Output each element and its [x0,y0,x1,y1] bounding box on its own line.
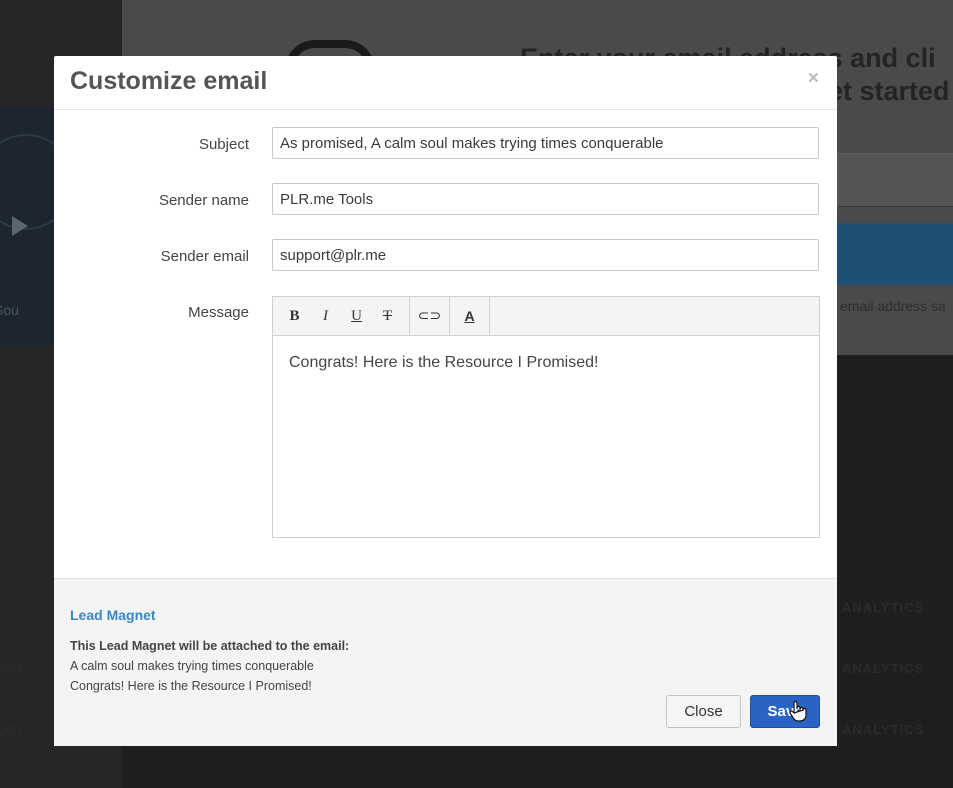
subject-label: Subject [198,136,249,153]
lead-magnet-line: A calm soul makes trying times conquerab… [70,659,314,673]
bold-button[interactable]: B [279,297,310,335]
save-button[interactable]: Save [750,695,820,728]
editor-toolbar: B I U T ⊂⊃ A [273,297,819,336]
video-caption: Sou [0,302,19,318]
close-icon[interactable]: × [808,68,819,90]
toolbar-text-style-group: B I U T [273,297,410,335]
lead-magnet-line: Congrats! Here is the Resource I Promise… [70,679,312,693]
modal-header: Customize email × [54,56,837,110]
message-label: Message [188,304,249,321]
strikethrough-button[interactable]: T [372,297,403,335]
subject-input[interactable] [272,127,819,159]
sender-name-input[interactable] [272,183,819,215]
customize-email-modal: Customize email × Subject Sender name Se… [54,56,837,746]
font-color-button[interactable]: A [454,297,485,335]
background-faint-text: ANALYTICS [842,600,925,615]
link-icon[interactable]: ⊂⊃ [414,297,445,335]
hand-cursor-icon [789,700,807,722]
underline-button[interactable]: U [341,297,372,335]
modal-title: Customize email [70,67,268,95]
background-faint-text: Con [0,660,22,676]
modal-footer: Lead Magnet This Lead Magnet will be att… [54,578,837,746]
background-faint-text: Con [0,721,22,737]
play-icon [12,216,28,236]
toolbar-link-group: ⊂⊃ [410,297,450,335]
sender-email-input[interactable] [272,239,819,271]
close-button[interactable]: Close [666,695,741,728]
sender-email-label: Sender email [160,248,249,265]
background-note: email address sa [840,298,946,314]
background-faint-text: ANALYTICS [842,722,925,737]
lead-magnet-description: This Lead Magnet will be attached to the… [70,639,350,653]
lead-magnet-title: Lead Magnet [70,607,156,623]
background-submit-button [836,223,953,285]
message-body[interactable]: Congrats! Here is the Resource I Promise… [273,336,819,390]
background-email-input [836,153,953,207]
sender-name-label: Sender name [158,192,249,209]
background-faint-text: ANALYTICS [842,661,925,676]
toolbar-color-group: A [450,297,490,335]
italic-button[interactable]: I [310,297,341,335]
message-editor: B I U T ⊂⊃ A Congrats! Here is the Resou… [272,296,820,538]
